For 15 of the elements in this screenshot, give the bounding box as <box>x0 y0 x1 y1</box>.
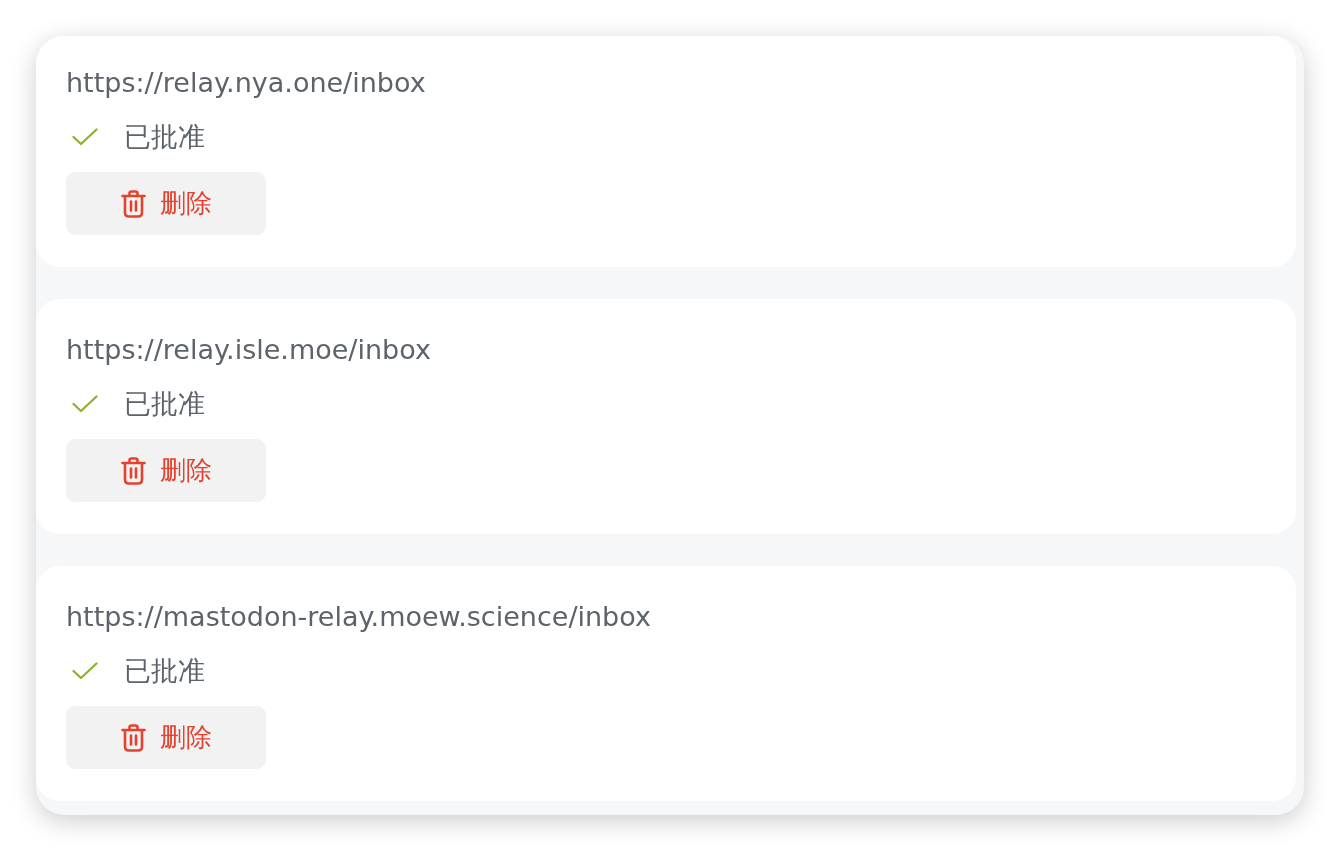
delete-button[interactable]: 删除 <box>66 439 266 502</box>
status-label: 已批准 <box>124 654 205 688</box>
delete-button[interactable]: 删除 <box>66 706 266 769</box>
trash-icon <box>120 189 146 218</box>
check-icon <box>72 128 98 146</box>
relay-url: https://mastodon-relay.moew.science/inbox <box>66 600 651 634</box>
trash-icon <box>120 456 146 485</box>
relay-url: https://relay.nya.one/inbox <box>66 66 426 100</box>
trash-icon <box>120 723 146 752</box>
status-label: 已批准 <box>124 387 205 421</box>
check-icon <box>72 395 98 413</box>
check-icon <box>72 662 98 680</box>
status-label: 已批准 <box>124 120 205 154</box>
delete-button[interactable]: 删除 <box>66 172 266 235</box>
relay-url: https://relay.isle.moe/inbox <box>66 333 431 367</box>
